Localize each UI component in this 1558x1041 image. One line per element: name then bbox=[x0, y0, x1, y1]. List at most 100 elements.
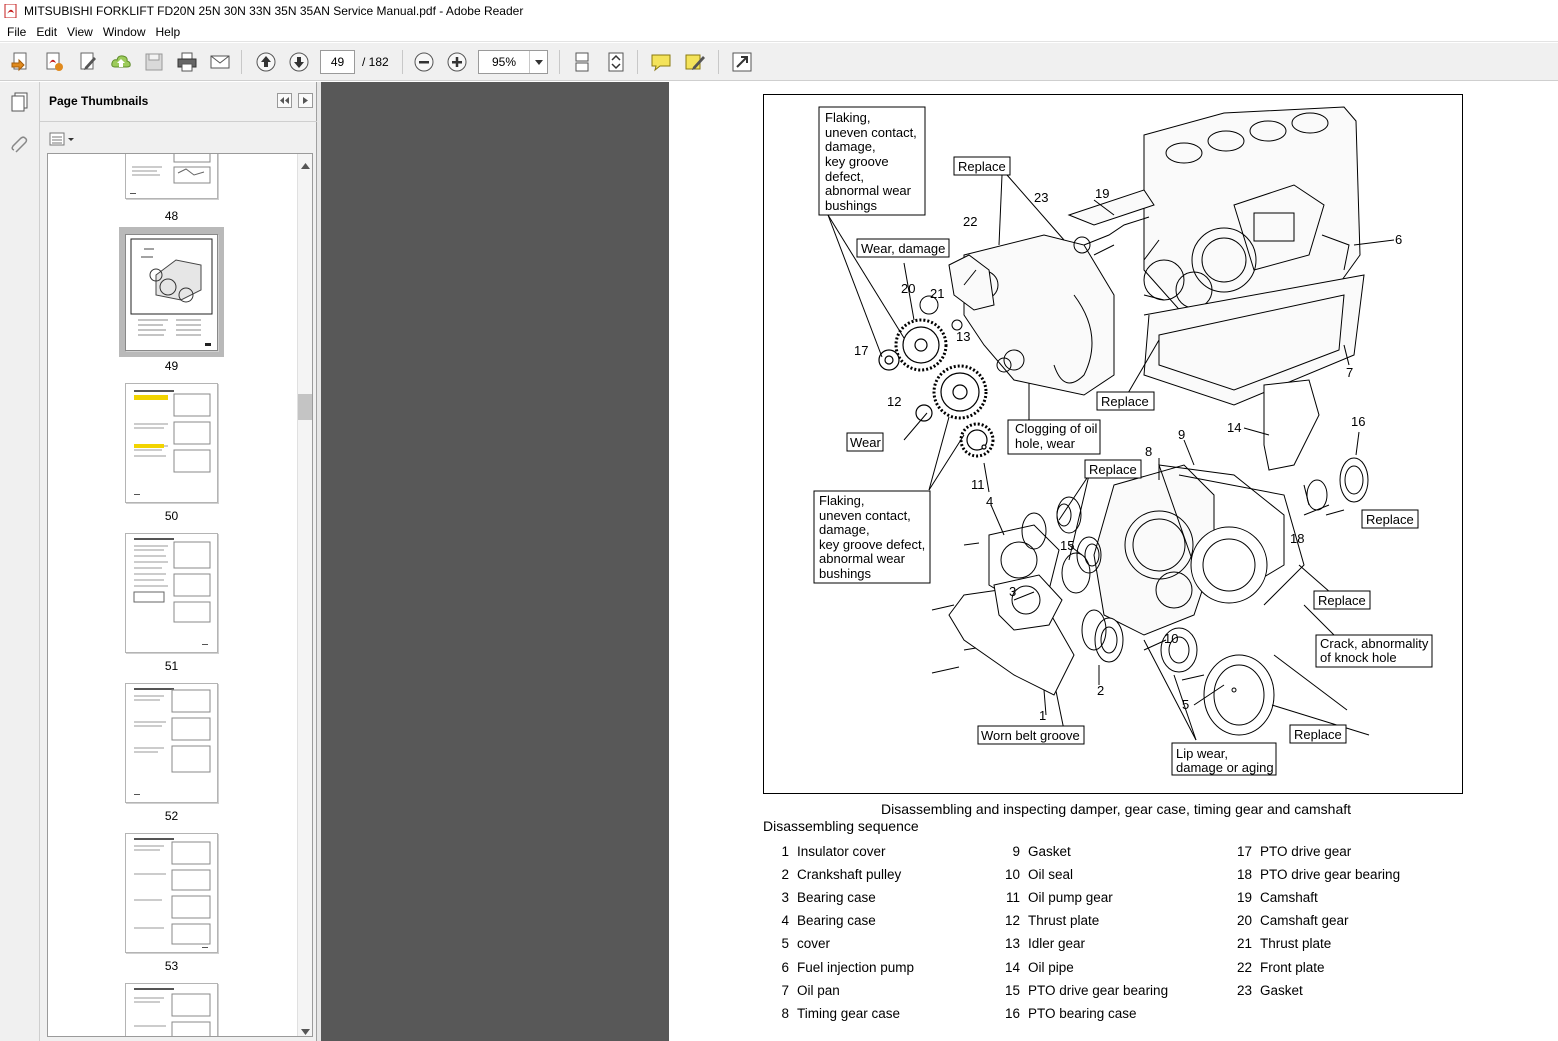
list-item: 13 Idler gear bbox=[1004, 936, 1086, 951]
scroll-mode-icon[interactable] bbox=[569, 49, 595, 75]
list-item: 9 Gasket bbox=[1012, 844, 1071, 859]
menu-file[interactable]: File bbox=[2, 25, 31, 39]
svg-text:2: 2 bbox=[1097, 683, 1104, 698]
svg-text:key groove defect,: key groove defect, bbox=[819, 537, 925, 552]
svg-text:9: 9 bbox=[1178, 427, 1185, 442]
zoom-out-icon[interactable] bbox=[411, 49, 437, 75]
svg-text:Replace: Replace bbox=[1089, 462, 1137, 477]
svg-text:22: 22 bbox=[963, 214, 977, 229]
print-icon[interactable] bbox=[174, 49, 200, 75]
nav-panel-title: Page Thumbnails bbox=[49, 94, 149, 108]
sequence-title: Disassembling sequence bbox=[763, 818, 919, 834]
figure-caption: Disassembling and inspecting damper, gea… bbox=[881, 801, 1352, 817]
svg-text:of knock hole: of knock hole bbox=[1320, 650, 1397, 665]
list-item: 3 Bearing case bbox=[781, 890, 876, 905]
nav-panel-header: Page Thumbnails bbox=[40, 82, 317, 122]
svg-text:Wear: Wear bbox=[850, 435, 881, 450]
scroll-up-icon[interactable] bbox=[301, 158, 310, 172]
window-title: MITSUBISHI FORKLIFT FD20N 25N 30N 33N 35… bbox=[24, 4, 524, 18]
scroll-thumb[interactable] bbox=[298, 394, 312, 420]
svg-text:18: 18 bbox=[1290, 531, 1304, 546]
thumbnail-scrollbar[interactable] bbox=[297, 154, 312, 1036]
pdf-page: Flaking, uneven contact, damage, key gro… bbox=[669, 82, 1558, 1041]
thumbnail-page-50[interactable] bbox=[125, 383, 218, 503]
svg-text:10: 10 bbox=[1164, 631, 1178, 646]
svg-text:23: 23 bbox=[1034, 190, 1048, 205]
chevron-down-icon[interactable] bbox=[529, 51, 547, 73]
svg-text:16: 16 bbox=[1351, 414, 1365, 429]
svg-text:7: 7 bbox=[1346, 365, 1353, 380]
svg-text:abnormal wear: abnormal wear bbox=[819, 551, 906, 566]
next-page-icon[interactable] bbox=[286, 49, 312, 75]
thumbnail-label: 51 bbox=[164, 659, 179, 673]
list-item: 5 cover bbox=[781, 936, 831, 951]
list-item: 6 Fuel injection pump bbox=[781, 960, 915, 975]
svg-text:Replace: Replace bbox=[1318, 593, 1366, 608]
list-item: 2 Crankshaft pulley bbox=[781, 867, 902, 882]
svg-text:damage,: damage, bbox=[825, 139, 876, 154]
thumbnail-label: 50 bbox=[164, 509, 179, 523]
thumbnail-label: 48 bbox=[164, 209, 179, 223]
cloud-upload-icon[interactable] bbox=[108, 49, 134, 75]
open-icon[interactable] bbox=[8, 49, 34, 75]
scroll-down-icon[interactable] bbox=[301, 1024, 310, 1036]
svg-text:Wear, damage: Wear, damage bbox=[861, 241, 945, 256]
svg-text:15: 15 bbox=[1060, 538, 1074, 553]
svg-text:Clogging of oil: Clogging of oil bbox=[1015, 421, 1097, 436]
attachment-icon[interactable] bbox=[9, 134, 31, 159]
zoom-select[interactable]: 95% bbox=[478, 50, 548, 74]
gear-case-drawing bbox=[919, 189, 1155, 396]
thumbnail-page-52[interactable] bbox=[125, 683, 218, 803]
svg-text:6: 6 bbox=[1395, 232, 1402, 247]
list-item: 1 Insulator cover bbox=[781, 844, 886, 859]
previous-page-icon[interactable] bbox=[253, 49, 279, 75]
highlight-icon[interactable] bbox=[682, 49, 708, 75]
svg-text:8: 8 bbox=[1145, 444, 1152, 459]
svg-text:5: 5 bbox=[1182, 697, 1189, 712]
thumbnail-page-54[interactable] bbox=[125, 983, 218, 1036]
list-item: 14 Oil pipe bbox=[1004, 960, 1074, 975]
svg-text:11: 11 bbox=[971, 477, 985, 492]
menu-view[interactable]: View bbox=[62, 25, 98, 39]
email-icon[interactable] bbox=[207, 49, 233, 75]
exploded-diagram: Flaking, uneven contact, damage, key gro… bbox=[763, 94, 1463, 794]
fit-page-icon[interactable] bbox=[603, 49, 629, 75]
svg-text:Lip wear,: Lip wear, bbox=[1176, 746, 1228, 761]
page-thumbnails-icon[interactable] bbox=[9, 91, 31, 116]
list-item: 22 Front plate bbox=[1236, 960, 1325, 975]
menu-help[interactable]: Help bbox=[151, 25, 186, 39]
svg-text:Replace: Replace bbox=[958, 159, 1006, 174]
comment-icon[interactable] bbox=[648, 49, 674, 75]
svg-text:1: 1 bbox=[1039, 708, 1046, 723]
lower-case-drawing bbox=[931, 379, 1369, 736]
save-icon[interactable] bbox=[141, 49, 167, 75]
svg-text:uneven contact,: uneven contact, bbox=[819, 508, 911, 523]
edit-pdf-icon[interactable] bbox=[75, 49, 101, 75]
thumbnail-page-53[interactable] bbox=[125, 833, 218, 953]
svg-text:bushings: bushings bbox=[819, 566, 872, 581]
expand-panel-icon[interactable] bbox=[298, 93, 313, 108]
document-background bbox=[321, 82, 669, 1041]
thumbnail-options-button[interactable] bbox=[48, 130, 76, 148]
list-item: 21 Thrust plate bbox=[1236, 936, 1332, 951]
list-item: 15 PTO drive gear bearing bbox=[1004, 983, 1169, 998]
list-item: 19 Camshaft bbox=[1236, 890, 1318, 905]
thumbnail-page-48[interactable] bbox=[125, 154, 218, 199]
zoom-in-icon[interactable] bbox=[444, 49, 470, 75]
thumbnail-label: 52 bbox=[164, 809, 179, 823]
collapse-panel-icon[interactable] bbox=[277, 93, 292, 108]
thumbnail-page-49[interactable] bbox=[125, 234, 218, 351]
list-item: 16 PTO bearing case bbox=[1004, 1006, 1137, 1021]
thumbnail-page-51[interactable] bbox=[125, 533, 218, 653]
page-number-input[interactable]: 49 bbox=[320, 50, 355, 74]
menu-window[interactable]: Window bbox=[98, 25, 151, 39]
create-pdf-icon[interactable] bbox=[41, 49, 67, 75]
menu-edit[interactable]: Edit bbox=[31, 25, 62, 39]
expand-icon[interactable] bbox=[729, 49, 755, 75]
title-bar: MITSUBISHI FORKLIFT FD20N 25N 30N 33N 35… bbox=[0, 0, 1558, 22]
svg-text:4: 4 bbox=[986, 494, 993, 509]
list-item: 17 PTO drive gear bbox=[1236, 844, 1352, 859]
svg-text:20: 20 bbox=[901, 281, 915, 296]
list-item: 20 Camshaft gear bbox=[1236, 913, 1349, 928]
navigation-panel: Page Thumbnails 48 49 50 51 52 53 bbox=[0, 82, 317, 1041]
